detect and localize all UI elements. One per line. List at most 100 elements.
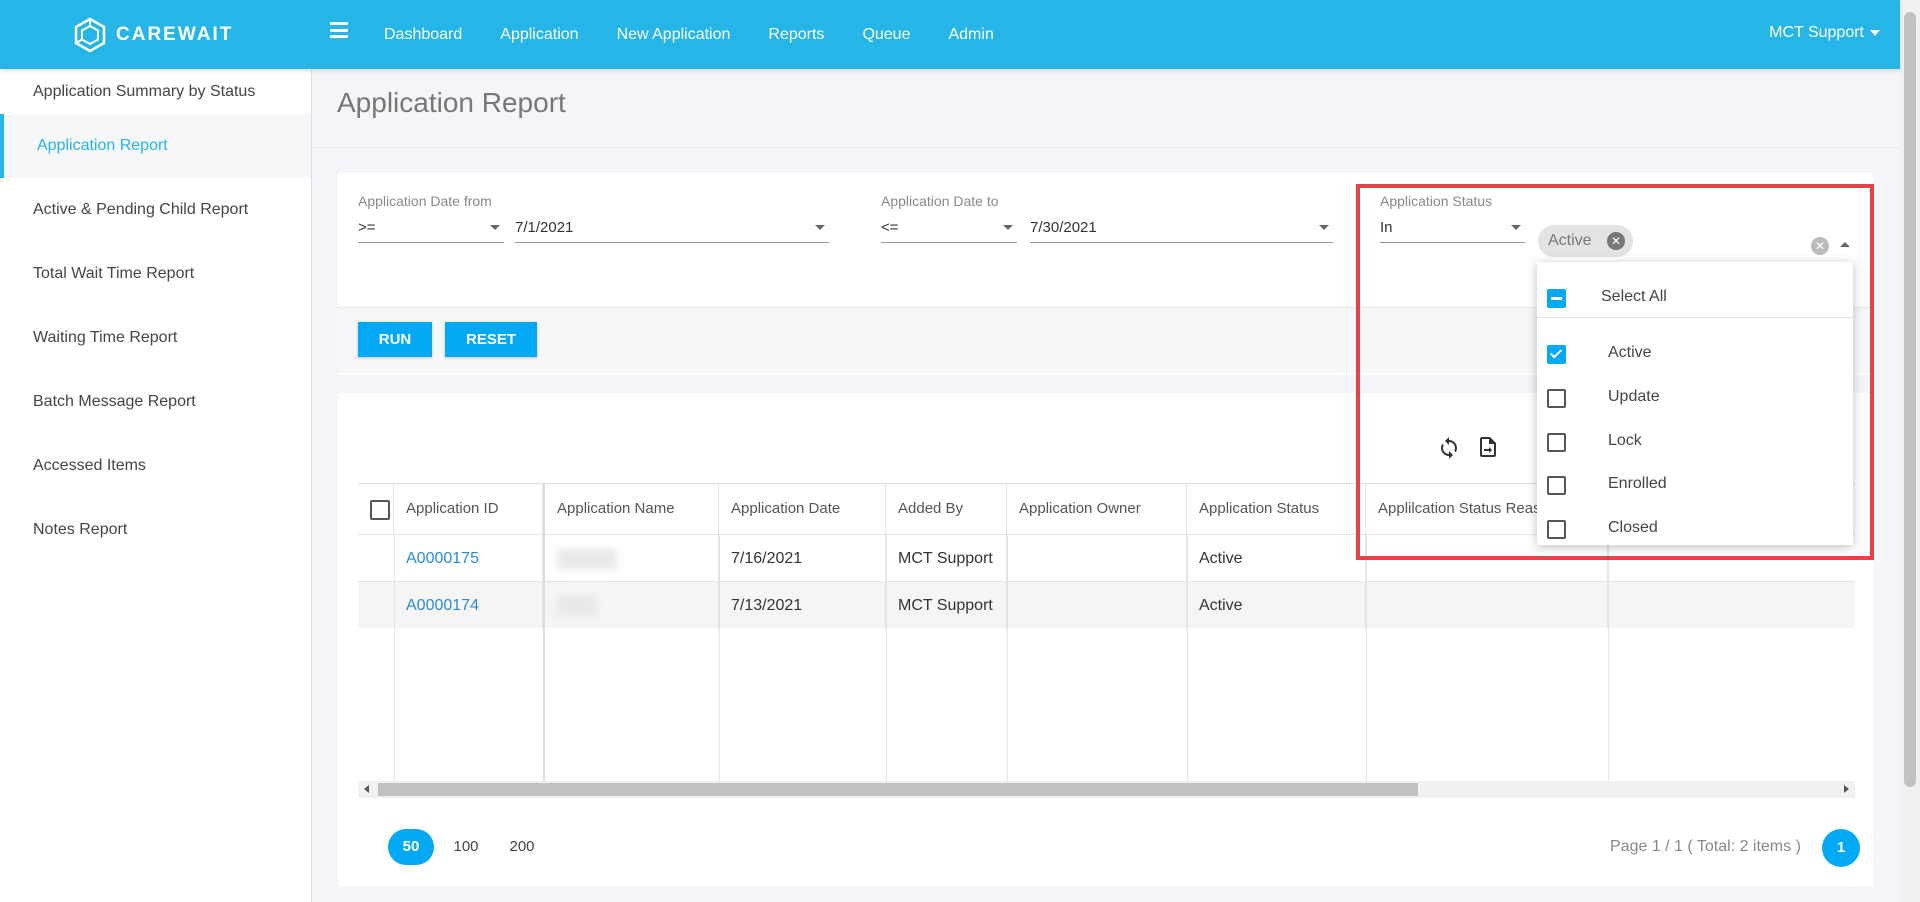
status-chip-active[interactable]: Active ✕: [1538, 225, 1633, 257]
scroll-left-arrow-icon[interactable]: [364, 785, 369, 793]
status-option-label: Lock: [1608, 432, 1642, 449]
column-divider: [886, 534, 887, 782]
column-divider: [1608, 534, 1609, 782]
divider: [1537, 317, 1853, 318]
sidebar-item-batch-message[interactable]: Batch Message Report: [0, 370, 311, 434]
sidebar-item-waiting-time[interactable]: Waiting Time Report: [0, 306, 311, 370]
column-header-application-name[interactable]: Application Name: [543, 484, 719, 534]
chevron-down-icon: [1511, 225, 1521, 230]
carewait-logo[interactable]: CAREWAIT: [72, 17, 233, 53]
status-option-label: Enrolled: [1608, 475, 1667, 492]
column-header-application-id[interactable]: Application ID: [394, 484, 543, 534]
status-option-lock[interactable]: Lock: [1537, 422, 1853, 462]
select-all-label: Select All: [1601, 288, 1667, 305]
brand-name: CAREWAIT: [116, 24, 234, 45]
checkbox[interactable]: [1547, 520, 1566, 539]
nav-application[interactable]: Application: [500, 26, 578, 44]
vertical-scrollbar[interactable]: [1900, 0, 1920, 902]
sidebar: Application Summary by Status Applicatio…: [0, 69, 312, 902]
user-menu[interactable]: MCT Support: [1769, 24, 1880, 42]
sidebar-item-notes-report[interactable]: Notes Report: [0, 498, 311, 562]
date-from-label: Application Date from: [358, 193, 492, 209]
date-from-operator-value: >=: [358, 219, 376, 236]
nav-new-application[interactable]: New Application: [617, 26, 731, 44]
clear-selection-icon[interactable]: ✕: [1811, 237, 1829, 255]
chevron-up-icon[interactable]: [1840, 242, 1850, 247]
column-header-application-owner[interactable]: Application Owner: [1007, 484, 1187, 534]
scrollbar-thumb[interactable]: [378, 783, 1418, 796]
table-row[interactable]: A0000174 7/13/2021 MCT Support Active: [358, 581, 1855, 629]
chevron-down-icon: [490, 225, 500, 230]
page-button-1[interactable]: 1: [1822, 829, 1860, 867]
checkbox[interactable]: [1547, 433, 1566, 452]
status-operator-select[interactable]: In: [1380, 213, 1525, 243]
date-from-picker[interactable]: 7/1/2021: [515, 213, 829, 243]
nav-reports[interactable]: Reports: [768, 26, 824, 44]
status-option-enrolled[interactable]: Enrolled: [1537, 465, 1853, 505]
remove-chip-icon[interactable]: ✕: [1607, 232, 1625, 250]
added-by-cell: MCT Support: [886, 535, 1007, 582]
status-option-update[interactable]: Update: [1537, 378, 1853, 418]
status-chip-label: Active: [1548, 232, 1592, 249]
chevron-down-icon: [1319, 225, 1329, 230]
top-navbar: CAREWAIT Dashboard Application New Appli…: [0, 0, 1900, 69]
redacted-name: [557, 595, 597, 616]
divider: [313, 147, 1900, 148]
chevron-down-icon: [1003, 225, 1013, 230]
date-to-operator-select[interactable]: <=: [881, 213, 1017, 243]
checkbox[interactable]: [1547, 389, 1566, 408]
application-status-cell: Active: [1187, 582, 1366, 629]
sidebar-item-accessed-items[interactable]: Accessed Items: [0, 434, 311, 498]
nav-queue[interactable]: Queue: [862, 26, 910, 44]
sidebar-item-application-summary[interactable]: Application Summary by Status: [0, 69, 311, 114]
export-file-icon[interactable]: [1476, 435, 1500, 459]
status-option-label: Update: [1608, 388, 1660, 405]
status-label: Application Status: [1380, 193, 1493, 209]
status-option-active[interactable]: Active: [1537, 334, 1853, 374]
select-all-option[interactable]: Select All: [1537, 278, 1853, 318]
application-owner-cell: [1007, 582, 1187, 629]
reset-button[interactable]: RESET: [445, 322, 537, 357]
hamburger-menu-icon[interactable]: [330, 22, 348, 38]
page-size-100[interactable]: 100: [443, 829, 489, 865]
main-nav: Dashboard Application New Application Re…: [384, 0, 1032, 69]
date-to-label: Application Date to: [881, 193, 999, 209]
nav-admin[interactable]: Admin: [948, 26, 993, 44]
status-dropdown-list: Select All Active Update Lock Enrolled C…: [1537, 262, 1853, 545]
column-divider: [543, 534, 545, 782]
page-info: Page 1 / 1 ( Total: 2 items ): [1610, 838, 1801, 855]
scrollbar-thumb[interactable]: [1904, 12, 1916, 787]
redacted-name: [557, 548, 617, 569]
application-id-link[interactable]: A0000174: [394, 582, 543, 629]
select-all-checkbox[interactable]: [1547, 289, 1566, 308]
select-all-rows-checkbox[interactable]: [370, 500, 390, 520]
status-option-label: Active: [1608, 344, 1652, 361]
horizontal-scrollbar[interactable]: [358, 781, 1855, 798]
checkbox[interactable]: [1547, 476, 1566, 495]
column-header-application-date[interactable]: Application Date: [719, 484, 886, 534]
column-header-application-status[interactable]: Application Status: [1187, 484, 1366, 534]
sidebar-item-application-report[interactable]: Application Report: [0, 114, 311, 178]
page-size-50[interactable]: 50: [388, 829, 434, 865]
column-divider: [1366, 534, 1367, 782]
chevron-down-icon: [815, 225, 825, 230]
application-date-cell: 7/16/2021: [719, 535, 886, 582]
sidebar-item-total-wait-time[interactable]: Total Wait Time Report: [0, 242, 311, 306]
page-title: Application Report: [337, 87, 566, 118]
column-header-added-by[interactable]: Added By: [886, 484, 1007, 534]
nav-dashboard[interactable]: Dashboard: [384, 26, 462, 44]
application-name-cell: [543, 535, 719, 582]
date-to-picker[interactable]: 7/30/2021: [1030, 213, 1333, 243]
application-owner-cell: [1007, 535, 1187, 582]
date-from-operator-select[interactable]: >=: [358, 213, 504, 243]
scroll-right-arrow-icon[interactable]: [1844, 785, 1849, 793]
checkbox-checked[interactable]: [1547, 345, 1566, 364]
run-button[interactable]: RUN: [358, 322, 432, 357]
application-id-link[interactable]: A0000175: [394, 535, 543, 582]
refresh-icon[interactable]: [1437, 435, 1461, 459]
application-status-cell: Active: [1187, 535, 1366, 582]
sidebar-item-active-pending-child[interactable]: Active & Pending Child Report: [0, 178, 311, 242]
status-option-closed[interactable]: Closed: [1537, 509, 1853, 549]
page-size-200[interactable]: 200: [499, 829, 545, 865]
column-divider: [1007, 534, 1008, 782]
